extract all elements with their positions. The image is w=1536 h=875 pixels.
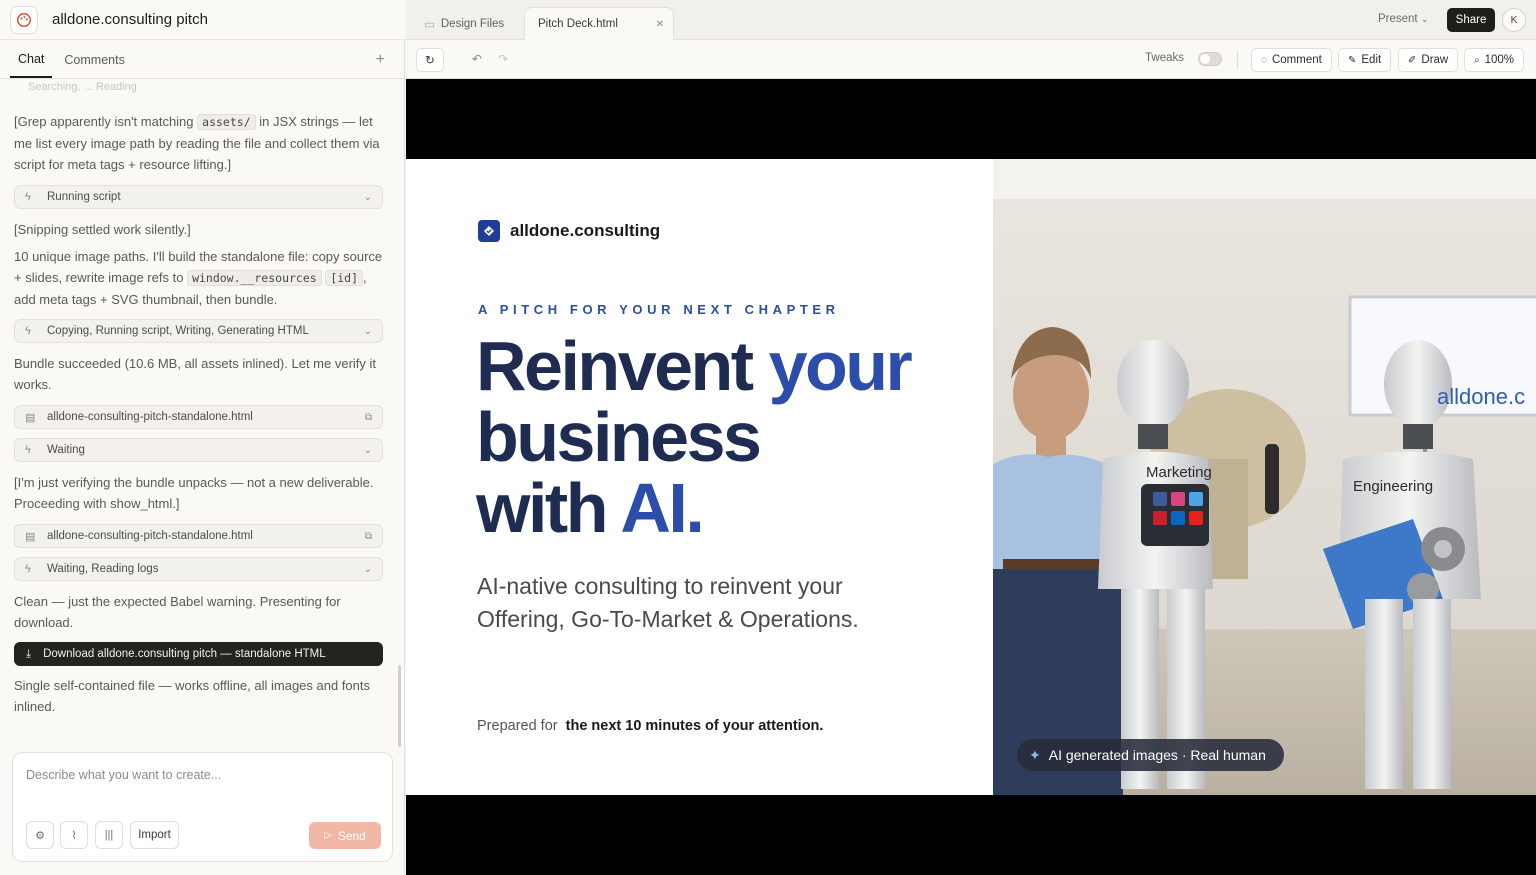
chat-panel: alldone.consulting pitch Chat Comments +…	[0, 0, 405, 875]
pitch-slide: alldone.consulting A PITCH FOR YOUR NEXT…	[406, 159, 1536, 795]
attach-icon[interactable]: ⌇	[60, 821, 88, 849]
magnifier-icon: ⌕	[1474, 54, 1480, 66]
canvas-toolbar: ↻ ↶ ↷ Tweaks ◌ Comment ✎ Edit ✐ Draw ⌕ 100%	[406, 40, 1536, 79]
tab-chat[interactable]: Chat	[10, 52, 53, 78]
slide-headline: Reinvent your business with AI.	[476, 327, 913, 547]
draw-button[interactable]: ✐ Draw	[1398, 48, 1459, 72]
palette-icon[interactable]	[10, 5, 38, 34]
audio-icon[interactable]: |||	[95, 821, 123, 849]
chat-message: [Snipping settled work silently.]	[14, 222, 191, 237]
folder-icon: ▭	[424, 18, 435, 31]
tab-design-files[interactable]: ▭ Design Files	[424, 7, 504, 40]
chat-scrollbar[interactable]	[398, 665, 401, 747]
download-icon: ⤓	[26, 647, 32, 660]
brand-name: alldone.consulting	[510, 221, 661, 240]
avatar[interactable]: K	[1502, 8, 1526, 32]
slide-subheading: AI-native consulting to reinvent your Of…	[477, 573, 859, 632]
project-header: alldone.consulting pitch	[0, 0, 405, 40]
robot-label-engineering: Engineering	[1353, 478, 1433, 495]
present-button[interactable]: Present ⌄	[1378, 13, 1428, 25]
import-button[interactable]: Import	[130, 821, 179, 849]
prompt-input[interactable]: Describe what you want to create...	[26, 768, 221, 782]
tab-comments[interactable]: Comments	[56, 53, 132, 78]
tweaks-label: Tweaks	[1145, 52, 1184, 64]
screen-logo-text: alldone.c	[1437, 384, 1525, 409]
tool-call-running-script[interactable]: ϟ Running script ⌄	[14, 185, 383, 209]
brand-lockup: alldone.consulting	[478, 220, 660, 242]
chat-thread: Searching, ... Reading [Grep apparently …	[0, 79, 405, 749]
tab-pitch-deck[interactable]: Pitch Deck.html ✕	[524, 7, 674, 40]
bolt-icon: ϟ	[25, 191, 31, 203]
panel-tabs: Chat Comments +	[0, 40, 405, 79]
zoom-button[interactable]: ⌕ 100%	[1464, 48, 1525, 72]
bolt-icon: ϟ	[25, 325, 31, 337]
chat-message: 10 unique image paths. I'll build the st…	[14, 249, 383, 307]
chevron-down-icon: ⌄	[363, 191, 372, 203]
chevron-down-icon: ⌄	[363, 325, 372, 337]
edit-button[interactable]: ✎ Edit	[1338, 48, 1392, 72]
hero-photo: Marketing Engineering alldone.c	[993, 159, 1536, 795]
faded-tool-line: Searching, ... Reading	[28, 81, 137, 93]
chat-message: [Grep apparently isn't matching assets/ …	[14, 114, 380, 172]
comment-icon: ◌	[1261, 54, 1267, 66]
share-button[interactable]: Share	[1447, 8, 1495, 32]
ai-images-badge: ✦ AI generated images · Real human	[1017, 739, 1284, 771]
chat-message: Single self-contained file — works offli…	[14, 678, 371, 714]
slide-kicker: A PITCH FOR YOUR NEXT CHAPTER	[478, 302, 840, 317]
chat-message: Clean — just the expected Babel warning.…	[14, 594, 341, 630]
refresh-icon[interactable]: ↻	[416, 48, 444, 72]
chevron-down-icon: ⌄	[1420, 14, 1429, 24]
file-attachment[interactable]: ▤ alldone-consulting-pitch-standalone.htm…	[14, 405, 383, 429]
tool-call-waiting[interactable]: ϟ Waiting ⌄	[14, 438, 383, 462]
open-external-icon[interactable]: ⧉	[365, 531, 372, 542]
add-tab-icon[interactable]: +	[376, 51, 385, 69]
brand-logo-icon	[478, 220, 500, 242]
robot-label-marketing: Marketing	[1146, 464, 1212, 481]
pencil-icon: ✐	[1408, 54, 1417, 66]
toolbar-divider	[1237, 50, 1238, 70]
prepared-for: Prepared for the next 10 minutes of your…	[477, 718, 824, 734]
composer: Describe what you want to create... ⚙ ⌇ …	[12, 752, 393, 862]
undo-icon[interactable]: ↶	[472, 52, 482, 66]
send-icon: ▷	[324, 830, 332, 841]
chevron-down-icon: ⌄	[363, 444, 372, 456]
open-external-icon[interactable]: ⧉	[365, 412, 372, 423]
settings-icon[interactable]: ⚙	[26, 821, 54, 849]
file-attachment[interactable]: ▤ alldone-consulting-pitch-standalone.htm…	[14, 524, 383, 548]
chevron-down-icon: ⌄	[363, 563, 372, 575]
redo-icon[interactable]: ↷	[498, 52, 508, 66]
project-title: alldone.consulting pitch	[52, 11, 208, 28]
pen-icon: ✎	[1348, 54, 1357, 66]
file-icon: ▤	[25, 411, 36, 424]
download-button[interactable]: ⤓ Download alldone.consulting pitch — sta…	[14, 642, 383, 666]
bolt-icon: ϟ	[25, 444, 31, 456]
comment-button[interactable]: ◌ Comment	[1251, 48, 1332, 72]
bolt-icon: ϟ	[25, 563, 31, 575]
file-icon: ▤	[25, 530, 36, 543]
tool-call-generating-html[interactable]: ϟ Copying, Running script, Writing, Gener…	[14, 319, 383, 343]
chat-message: Bundle succeeded (10.6 MB, all assets in…	[14, 356, 377, 392]
close-icon[interactable]: ✕	[656, 19, 664, 30]
send-button[interactable]: ▷ Send	[309, 822, 381, 849]
sparkle-icon: ✦	[1029, 746, 1041, 763]
file-tab-bar: ▭ Design Files Pitch Deck.html ✕ Present ⌄…	[406, 0, 1536, 40]
tweaks-toggle[interactable]	[1198, 52, 1222, 66]
tool-call-reading-logs[interactable]: ϟ Waiting, Reading logs ⌄	[14, 557, 383, 581]
chat-message: [I'm just verifying the bundle unpacks —…	[14, 475, 374, 511]
